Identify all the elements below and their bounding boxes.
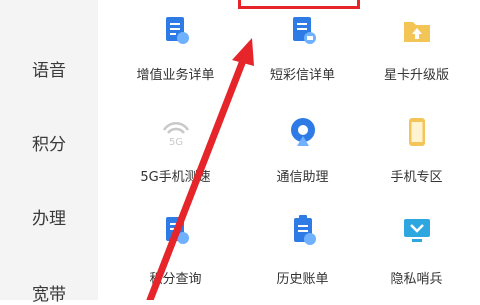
annotation-arrow-icon — [146, 38, 254, 300]
